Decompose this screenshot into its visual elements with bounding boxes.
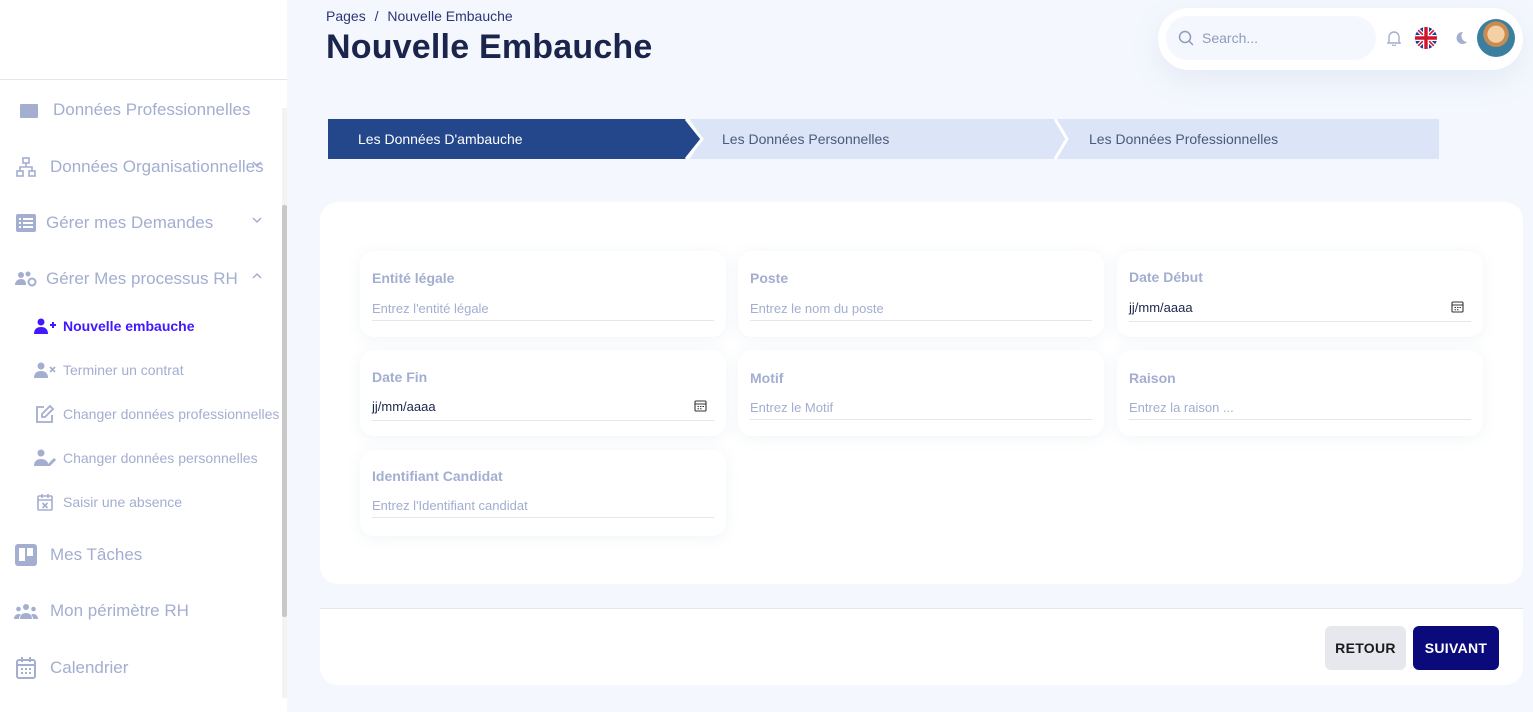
field-identifiant-candidat: Identifiant Candidat <box>360 450 726 536</box>
breadcrumb: Pages / Nouvelle Embauche <box>326 8 518 24</box>
form-card: Entité légale Poste Date Début jj/mm/aaa… <box>320 202 1523 584</box>
chevron-up-icon[interactable] <box>251 270 263 282</box>
search-box[interactable] <box>1166 16 1376 60</box>
kanban-icon <box>14 543 38 567</box>
org-chart-icon <box>14 155 38 179</box>
user-edit-icon <box>34 447 56 469</box>
field-label: Date Début <box>1129 269 1203 285</box>
sidebar-item-label: Gérer mes Demandes <box>46 213 214 232</box>
field-entite-legale: Entité légale <box>360 251 726 337</box>
list-icon <box>14 211 38 235</box>
field-label: Poste <box>750 270 789 286</box>
field-date-fin: Date Fin jj/mm/aaaa <box>360 350 726 436</box>
date-fin-input[interactable]: jj/mm/aaaa <box>372 399 436 414</box>
bell-icon[interactable] <box>1385 29 1403 47</box>
identifiant-candidat-input[interactable] <box>372 494 714 518</box>
date-debut-input[interactable]: jj/mm/aaaa <box>1129 300 1193 315</box>
breadcrumb-current: Nouvelle Embauche <box>387 8 513 24</box>
calendar-icon[interactable] <box>694 399 707 412</box>
user-x-icon <box>34 359 56 381</box>
sidebar-item-label: Données Professionnelles <box>53 100 251 119</box>
sidebar-subitem-label: Changer données professionnelles <box>63 406 280 422</box>
field-label: Date Fin <box>372 369 428 385</box>
avatar[interactable] <box>1477 19 1515 57</box>
field-date-debut: Date Début jj/mm/aaaa <box>1117 251 1483 337</box>
sidebar-subitem-terminer-contrat[interactable]: Terminer un contrat <box>34 359 184 381</box>
step-label: Les Données D'ambauche <box>358 131 523 147</box>
sidebar-item-calendrier[interactable]: Calendrier <box>14 656 128 680</box>
step-donnees-personnelles[interactable]: Les Données Personnelles <box>722 119 889 159</box>
sidebar-subitem-changer-donnees-professionnelles[interactable]: Changer données professionnelles <box>34 403 279 425</box>
raison-input[interactable] <box>1129 396 1471 420</box>
briefcase-icon <box>17 98 41 122</box>
field-poste: Poste <box>738 251 1104 337</box>
sidebar-item-gerer-mes-processus-rh[interactable]: Gérer Mes processus RH <box>14 267 262 291</box>
step-label: Les Données Professionnelles <box>1089 131 1279 147</box>
poste-input[interactable] <box>750 297 1092 321</box>
sidebar-subitem-label: Terminer un contrat <box>63 362 184 378</box>
field-underline <box>1129 321 1471 322</box>
search-input[interactable] <box>1202 30 1362 46</box>
sidebar-item-label: Mes Tâches <box>50 545 143 564</box>
field-label: Raison <box>1129 370 1176 386</box>
breadcrumb-item[interactable]: Pages <box>326 8 366 24</box>
sidebar-item-mon-perimetre-rh[interactable]: Mon périmètre RH <box>14 599 189 623</box>
sidebar-item-donnees-organisationnelles[interactable]: Données Organisationnelles <box>14 155 264 179</box>
breadcrumb-separator: / <box>374 8 379 24</box>
sidebar-item-label: Gérer Mes processus RH <box>46 269 238 288</box>
group-icon <box>14 599 38 623</box>
users-gear-icon <box>14 267 38 291</box>
field-motif: Motif <box>738 350 1104 436</box>
sidebar-subitem-label: Changer données personnelles <box>63 450 258 466</box>
sidebar-item-label: Données Organisationnelles <box>50 157 264 176</box>
sidebar-item-label: Calendrier <box>50 658 129 677</box>
calendar-icon[interactable] <box>1451 300 1464 313</box>
sidebar-subitem-label: Nouvelle embauche <box>63 318 195 334</box>
sidebar-subitem-changer-donnees-personnelles[interactable]: Changer données personnelles <box>34 447 258 469</box>
stepper: Les Données D'ambauche Les Données Perso… <box>328 119 1439 159</box>
field-underline <box>372 420 714 421</box>
back-button[interactable]: RETOUR <box>1325 626 1406 670</box>
form-actions: RETOUR SUIVANT <box>320 608 1523 685</box>
sidebar-subitem-nouvelle-embauche[interactable]: Nouvelle embauche <box>34 315 195 337</box>
field-label: Motif <box>750 370 784 386</box>
calendar-x-icon <box>34 491 56 513</box>
sidebar-item-mes-taches[interactable]: Mes Tâches <box>14 543 142 567</box>
sidebar-item-gerer-mes-demandes[interactable]: Gérer mes Demandes <box>14 211 262 235</box>
edit-icon <box>34 403 56 425</box>
field-raison: Raison <box>1117 350 1483 436</box>
page-title: Nouvelle Embauche <box>326 28 653 66</box>
entite-legale-input[interactable] <box>372 297 714 321</box>
sidebar-subitem-saisir-absence[interactable]: Saisir une absence <box>34 491 182 513</box>
sidebar-subitem-label: Saisir une absence <box>63 494 183 510</box>
uk-flag-icon[interactable] <box>1415 27 1437 49</box>
next-button[interactable]: SUIVANT <box>1413 626 1499 670</box>
sidebar-item-label: Mon périmètre RH <box>50 601 189 620</box>
sidebar-scrollbar-thumb[interactable] <box>282 205 287 617</box>
chevron-down-icon[interactable] <box>251 214 263 226</box>
field-label: Identifiant Candidat <box>372 468 503 484</box>
sidebar-logo-area <box>0 0 287 80</box>
sidebar: Données Professionnelles Données Organis… <box>0 0 287 712</box>
search-icon <box>1178 30 1194 46</box>
moon-icon[interactable] <box>1452 29 1470 47</box>
step-donnees-embauche[interactable]: Les Données D'ambauche <box>358 119 523 159</box>
sidebar-item-donnees-professionnelles[interactable]: Données Professionnelles <box>17 98 251 122</box>
step-label: Les Données Personnelles <box>722 131 890 147</box>
user-plus-icon <box>34 315 56 337</box>
field-label: Entité légale <box>372 270 455 286</box>
topbar <box>1158 8 1523 70</box>
sidebar-nav: Données Professionnelles Données Organis… <box>0 81 287 712</box>
motif-input[interactable] <box>750 396 1092 420</box>
chevron-down-icon[interactable] <box>251 158 263 170</box>
calendar-icon <box>14 656 38 680</box>
step-donnees-professionnelles[interactable]: Les Données Professionnelles <box>1089 119 1278 159</box>
